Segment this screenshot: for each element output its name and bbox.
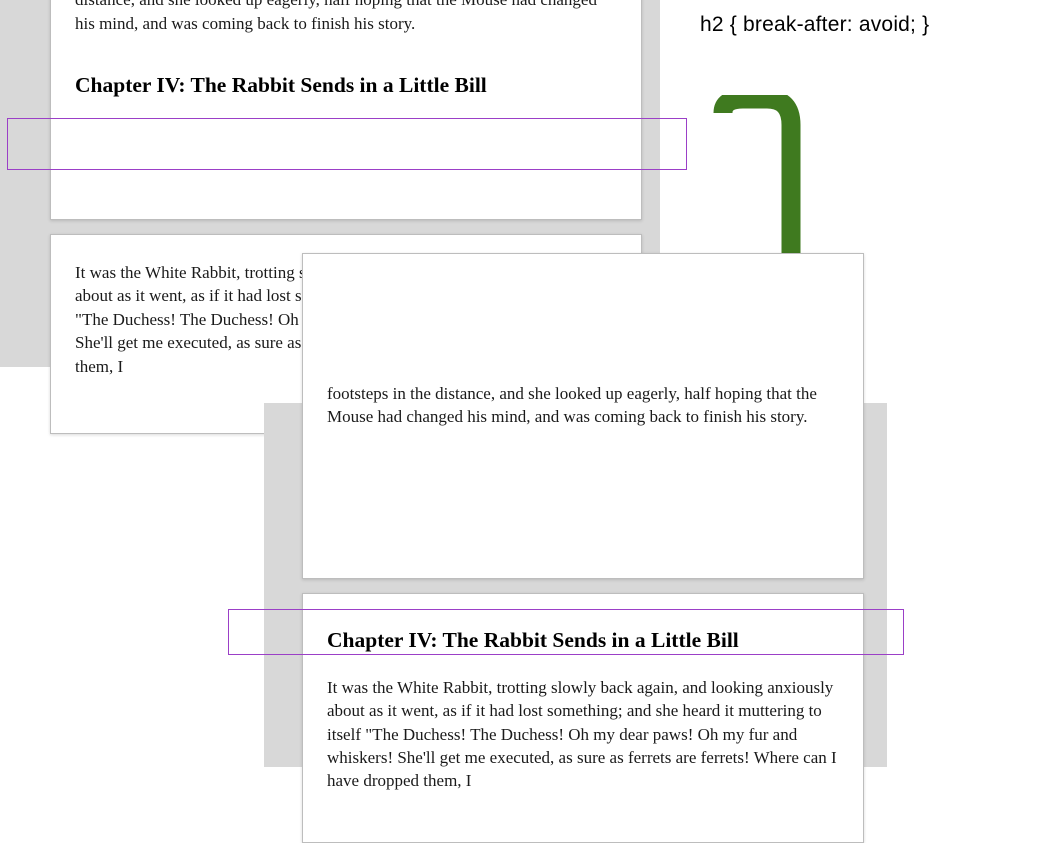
- paragraph-preceding: footsteps in the distance, and she looke…: [327, 382, 839, 429]
- chapter-heading: Chapter IV: The Rabbit Sends in a Little…: [327, 620, 839, 662]
- paragraph-body: It was the White Rabbit, trotting slowly…: [327, 676, 839, 793]
- page-before-top: little while, however, she again heard a…: [50, 0, 642, 220]
- chapter-heading: Chapter IV: The Rabbit Sends in a Little…: [75, 65, 617, 107]
- example-after-panel: footsteps in the distance, and she looke…: [264, 403, 887, 767]
- page-after-top: footsteps in the distance, and she looke…: [302, 253, 864, 579]
- page-after-bottom: Chapter IV: The Rabbit Sends in a Little…: [302, 593, 864, 843]
- paragraph-preceding: little while, however, she again heard a…: [75, 0, 617, 35]
- css-code-label: h2 { break-after: avoid; }: [700, 13, 929, 37]
